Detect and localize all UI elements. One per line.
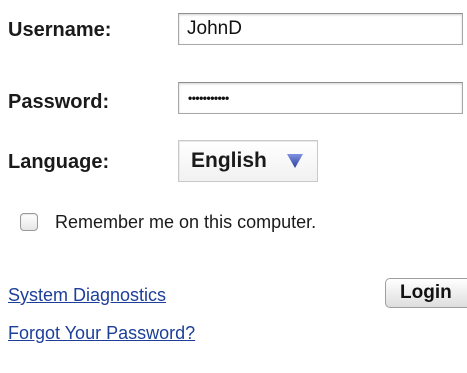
username-label: Username: [8, 19, 112, 41]
remember-me-label: Remember me on this computer. [55, 212, 317, 232]
login-button[interactable]: Login [385, 278, 467, 308]
system-diagnostics-link[interactable]: System Diagnostics [8, 284, 166, 306]
username-input[interactable] [178, 13, 463, 45]
chevron-down-icon [287, 154, 303, 168]
remember-me-checkbox[interactable] [20, 213, 38, 231]
forgot-password-link[interactable]: Forgot Your Password? [8, 322, 195, 344]
language-select[interactable]: English [178, 140, 318, 182]
language-label: Language: [8, 151, 110, 173]
language-selected-value: English [191, 149, 267, 172]
password-mask: ••••••••••• [188, 91, 229, 105]
password-label: Password: [8, 91, 110, 113]
password-input[interactable]: ••••••••••• [178, 82, 463, 114]
